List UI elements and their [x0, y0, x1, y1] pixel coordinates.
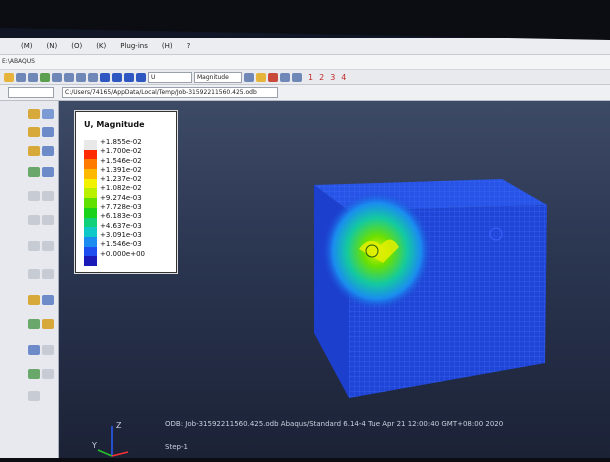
contour-legend: U, Magnitude +1.855e-02 +1.700e-02 +1.546e… — [75, 111, 177, 273]
field-output-combo[interactable]: U — [148, 71, 192, 83]
legend-value: +4.637e-03 — [100, 221, 142, 230]
abaqus-window: (M) (N) (O) (K) Plug-ins (H) ? E:\ABAQUS… — [0, 28, 610, 458]
legend-value: +1.237e-02 — [100, 175, 142, 184]
zoom-box-icon[interactable] — [76, 72, 86, 82]
xy-plot-icon[interactable] — [42, 191, 54, 201]
legend-swatch — [84, 149, 97, 160]
main-toolbar: U Magnitude 1 2 3 4 — [0, 70, 610, 85]
plot-material-icon[interactable] — [28, 146, 40, 156]
view-top-icon[interactable] — [124, 72, 134, 82]
legend-value: +6.183e-03 — [100, 212, 142, 221]
legend-title: U, Magnitude — [84, 120, 145, 129]
print-icon[interactable] — [28, 72, 38, 82]
menu-whats-this[interactable]: ? — [180, 42, 198, 50]
legend-swatch — [84, 188, 97, 199]
view-back-icon[interactable] — [112, 72, 122, 82]
xy-data-icon[interactable] — [28, 191, 40, 201]
invariant-combo[interactable]: Magnitude — [194, 71, 242, 83]
animate-scale-icon[interactable] — [28, 167, 40, 177]
zoom-icon[interactable] — [64, 72, 74, 82]
triad-z-label: Z — [116, 421, 122, 430]
legend-swatch — [84, 217, 97, 228]
odb-info: ODB: Job-31592211560.425.odb Abaqus/Stan… — [165, 420, 504, 428]
allow-multiple-icon[interactable] — [42, 146, 54, 156]
view-manager-icon[interactable] — [28, 369, 40, 379]
legend-value: +1.082e-02 — [100, 184, 142, 193]
menu-model[interactable]: (M) — [14, 42, 40, 50]
view-triad: Z Y — [92, 421, 129, 457]
menu-plugins[interactable]: Plug-ins — [113, 42, 155, 50]
path-icon[interactable] — [28, 241, 40, 251]
plot-undeformed-icon[interactable] — [28, 109, 40, 119]
probe-icon[interactable] — [42, 241, 54, 251]
triad-y-label: Y — [92, 441, 97, 450]
menu-viewport[interactable]: (N) — [40, 42, 65, 50]
superimpose-icon[interactable] — [28, 345, 40, 355]
legend-value: +1.700e-02 — [100, 147, 142, 156]
frame-4[interactable]: 4 — [341, 73, 346, 82]
title-path: E:\ABAQUS — [0, 55, 610, 70]
pan-icon[interactable] — [40, 72, 50, 82]
auto-fit-icon[interactable] — [88, 72, 98, 82]
frame-1[interactable]: 1 — [308, 73, 313, 82]
legend-value: +3.091e-03 — [100, 230, 142, 239]
legend-swatch — [84, 256, 97, 266]
legend-value: +1.391e-02 — [100, 165, 142, 174]
legend-value: +9.274e-03 — [100, 193, 142, 202]
refresh-icon[interactable] — [244, 72, 254, 82]
common-options-icon[interactable] — [42, 319, 54, 329]
menu-view[interactable]: (O) — [64, 42, 89, 50]
step-info: Step-1 — [165, 443, 188, 451]
legend-swatch — [84, 178, 97, 189]
legend-values: +1.855e-02 +1.700e-02 +1.546e-02 +1.391e-02… — [100, 138, 145, 259]
odb-combo[interactable]: C:/Users/74165/AppData/Local/Temp/Job-31… — [62, 87, 278, 98]
module-combo[interactable] — [8, 87, 54, 98]
legend-swatch — [84, 169, 97, 179]
frame-3[interactable]: 3 — [330, 73, 335, 82]
save-icon[interactable] — [16, 72, 26, 82]
toolbox — [0, 101, 59, 458]
report-icon[interactable] — [28, 215, 40, 225]
view-cut-icon[interactable] — [42, 269, 54, 279]
stop-icon[interactable] — [292, 72, 302, 82]
legend-value: +7.728e-03 — [100, 203, 142, 212]
animate-icon[interactable] — [256, 72, 266, 82]
query-icon[interactable] — [42, 215, 54, 225]
menu-help[interactable]: (H) — [155, 42, 180, 50]
legend-color-bar — [84, 140, 97, 266]
legend-swatch — [84, 246, 97, 257]
play-icon[interactable] — [280, 72, 290, 82]
legend-swatch — [84, 207, 97, 218]
legend-swatch — [84, 159, 97, 170]
view-iso-icon[interactable] — [136, 72, 146, 82]
legend-swatch — [84, 198, 97, 208]
context-bar: C:/Users/74165/AppData/Local/Temp/Job-31… — [0, 85, 610, 101]
contour-options-icon[interactable] — [42, 345, 54, 355]
display-group-icon[interactable] — [28, 295, 40, 305]
replace-icon[interactable] — [42, 295, 54, 305]
view-front-icon[interactable] — [100, 72, 110, 82]
legend-swatch — [84, 227, 97, 237]
plot-symbols-icon[interactable] — [42, 127, 54, 137]
plot-contours-icon[interactable] — [28, 127, 40, 137]
legend-value: +1.855e-02 — [100, 138, 142, 146]
animate-time-icon[interactable] — [42, 167, 54, 177]
open-icon[interactable] — [4, 72, 14, 82]
legend-value: +1.546e-03 — [100, 240, 142, 249]
legend-swatch — [84, 140, 97, 150]
plot-deformed-icon[interactable] — [42, 109, 54, 119]
legend-value: +1.546e-02 — [100, 156, 142, 165]
info-icon[interactable] — [268, 72, 278, 82]
legend-value: +0.000e+00 — [100, 249, 145, 258]
viewport-annotation-icon[interactable] — [42, 369, 54, 379]
color-code-icon[interactable] — [28, 319, 40, 329]
cut-icon[interactable] — [28, 269, 40, 279]
menu-tools[interactable]: (K) — [89, 42, 113, 50]
frame-2[interactable]: 2 — [319, 73, 324, 82]
tool-icon[interactable] — [28, 391, 40, 401]
rotate-icon[interactable] — [52, 72, 62, 82]
menu-bar: (M) (N) (O) (K) Plug-ins (H) ? — [0, 38, 610, 55]
legend-swatch — [84, 236, 97, 247]
